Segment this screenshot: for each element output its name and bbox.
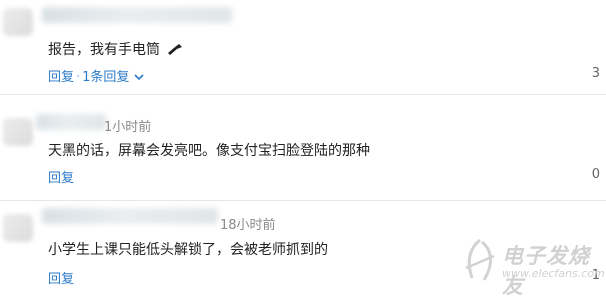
comment-time: 18小时前 bbox=[220, 218, 276, 233]
comment-text: 天黑的话，屏幕会发亮吧。像支付宝扫脸登陆的那种 bbox=[48, 143, 370, 159]
like-count: 3 bbox=[591, 66, 600, 81]
avatar[interactable] bbox=[3, 118, 33, 146]
reply-button[interactable]: 回复 bbox=[48, 70, 74, 85]
divider bbox=[0, 94, 606, 95]
chevron-down-icon bbox=[134, 70, 144, 85]
comment-actions: 回复 · 1条回复 bbox=[48, 66, 144, 85]
view-replies-button[interactable]: 1条回复 bbox=[82, 70, 144, 85]
watermark-url: www.elecfans.com bbox=[502, 267, 605, 280]
comment-time: 1小时前 bbox=[104, 120, 152, 135]
flashlight-icon bbox=[166, 44, 183, 60]
username-redacted bbox=[42, 208, 218, 224]
reply-button[interactable]: 回复 bbox=[48, 171, 74, 186]
comment-text: 小学生上课只能低头解锁了，会被老师抓到的 bbox=[48, 242, 328, 258]
username-redacted bbox=[42, 7, 232, 23]
divider bbox=[0, 200, 606, 201]
like-count: 0 bbox=[591, 167, 600, 182]
comment-actions: 回复 bbox=[48, 268, 74, 287]
action-separator: · bbox=[76, 70, 81, 85]
comment-text: 报告，我有手电筒 bbox=[48, 39, 183, 60]
view-replies-label: 1条回复 bbox=[82, 70, 130, 85]
comment-text-content: 报告，我有手电筒 bbox=[48, 42, 160, 58]
comment-actions: 回复 bbox=[48, 167, 74, 186]
avatar[interactable] bbox=[3, 214, 33, 242]
reply-button[interactable]: 回复 bbox=[48, 272, 74, 287]
username-redacted bbox=[36, 114, 106, 130]
watermark-logo-icon bbox=[460, 238, 500, 286]
avatar[interactable] bbox=[3, 8, 33, 36]
watermark: 电子发烧友 www.elecfans.com bbox=[458, 234, 606, 298]
